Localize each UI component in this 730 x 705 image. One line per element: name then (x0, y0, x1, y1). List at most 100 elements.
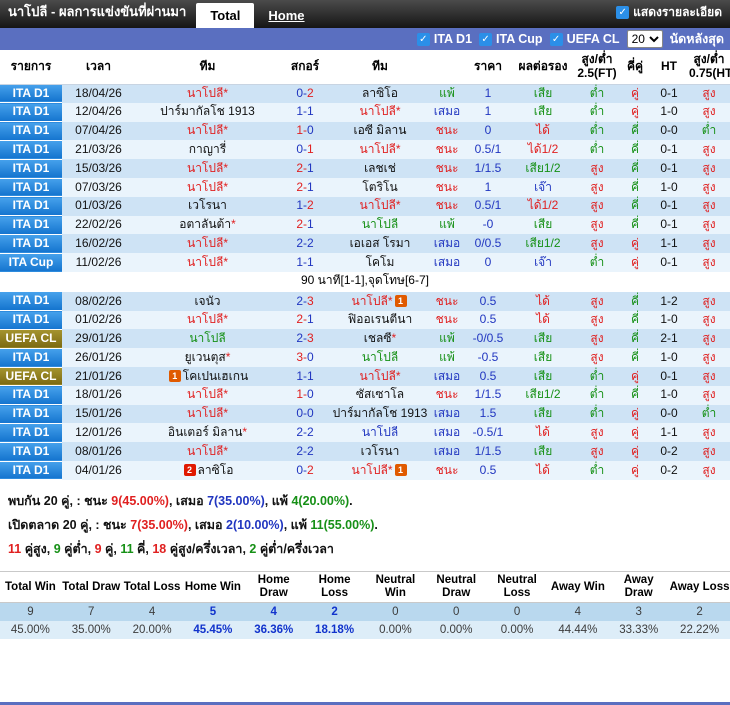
score-cell: 2-1 (280, 178, 330, 197)
result-text: ชนะ (436, 388, 459, 402)
summary-segment: คู่สูง/ครึ่งเวลา, (166, 542, 249, 556)
score-cell: 2-2 (280, 442, 330, 461)
price-cell: 0 (464, 122, 512, 141)
stats-percent: 45.45% (182, 621, 243, 639)
summary-segment: 4(20.00%) (291, 494, 349, 508)
match-count-suffix-label: นัดหลังสุด (670, 29, 724, 49)
team-name: ปาร์มากัลโช 1913 (333, 406, 428, 420)
table-row: ITA Cup11/02/26นาโปลี*1-1โคโมเสมอ0เจ๊าต่… (0, 253, 730, 272)
summary-segment: , เสมอ (169, 494, 207, 508)
stats-percent: 35.00% (61, 621, 122, 639)
result-text: เสมอ (434, 407, 461, 421)
filter-checkbox-ita-d1[interactable]: ✓ ITA D1 (417, 32, 472, 46)
league-badge: ITA D1 (0, 461, 62, 480)
result-cell: แพ้ (430, 216, 464, 235)
home-goals: 0- (296, 463, 307, 477)
stats-percent: 20.00% (122, 621, 183, 639)
away-team: เชลซี* (330, 329, 430, 348)
team-name: นาโปลี (359, 142, 395, 156)
score-cell: 2-2 (280, 234, 330, 253)
odd-even-cell: คี่ (620, 311, 650, 330)
favorite-star: * (388, 294, 393, 308)
result-cell: ชนะ (430, 122, 464, 141)
team-name: เจนัว (194, 294, 220, 308)
show-details-label: แสดงรายละเอียด (633, 3, 722, 22)
away-goals: 2 (307, 86, 314, 100)
team-name: นาโปลี (187, 406, 223, 420)
ht-score-cell: 0-1 (650, 84, 688, 103)
team-name: ยูเวนตุส (185, 350, 226, 364)
over-under-ht-cell: สูง (688, 386, 730, 405)
results-table: รายการ เวลา ทีม สกอร์ ทีม ราคา ผลต่อรอง … (0, 50, 730, 480)
over-under-ht-cell: สูง (688, 103, 730, 122)
team-name: นาโปลี (351, 294, 387, 308)
table-row: ITA D118/04/26นาโปลี*0-2ลาซิโอแพ้1เสียต่… (0, 84, 730, 103)
away-team: โคโม (330, 253, 430, 272)
team-name: กาญารี่ (189, 142, 226, 156)
over-under-ft-cell: ต่ำ (574, 253, 620, 272)
checkbox-checked-icon[interactable]: ✓ (550, 33, 563, 46)
odd-even-cell: คู่ (620, 423, 650, 442)
home-goals: 2- (296, 161, 307, 175)
handicap-result-cell: ได้ (512, 122, 574, 141)
tab-total[interactable]: Total (196, 3, 254, 28)
ht-score-cell: 1-2 (650, 292, 688, 310)
match-count-select[interactable]: 20 (627, 30, 663, 48)
score-cell: 2-3 (280, 329, 330, 348)
home-team: นาโปลี* (135, 178, 280, 197)
table-row: ITA D115/03/26นาโปลี*2-1เลชเช่ชนะ1/1.5เส… (0, 159, 730, 178)
away-goals: 0 (307, 350, 314, 364)
team-name: ปาร์มากัลโช 1913 (160, 104, 255, 118)
col-header-date: เวลา (62, 50, 135, 84)
home-team: ยูเวนตุส* (135, 348, 280, 367)
home-goals: 2- (296, 294, 307, 308)
checkbox-checked-icon[interactable]: ✓ (479, 33, 492, 46)
stats-percent: 0.00% (487, 621, 548, 639)
table-row: ITA D112/01/26อินเตอร์ มิลาน*2-2นาโปลีเส… (0, 423, 730, 442)
filter-checkbox-uefa-cl[interactable]: ✓ UEFA CL (550, 32, 620, 46)
price-cell: 0.5 (464, 311, 512, 330)
over-under-ht-cell: สูง (688, 311, 730, 330)
odd-even-cell: คี่ (620, 329, 650, 348)
away-goals: 1 (307, 142, 314, 156)
price-cell: 0.5 (464, 292, 512, 310)
favorite-star: * (223, 255, 228, 269)
date-cell: 29/01/26 (62, 329, 135, 348)
score-cell: 0-1 (280, 140, 330, 159)
filter-checkbox-ita-cup[interactable]: ✓ ITA Cup (479, 32, 543, 46)
odd-even-cell: คี่ (620, 178, 650, 197)
team-name: ลาซิโอ (362, 86, 398, 100)
team-name: เลชเช่ (364, 161, 396, 175)
checkbox-checked-icon[interactable]: ✓ (616, 6, 629, 19)
red-card-icon: 1 (395, 295, 407, 307)
result-text: ชนะ (436, 162, 459, 176)
ht-score-cell: 0-1 (650, 367, 688, 386)
result-text: เสมอ (434, 256, 461, 270)
away-team: ลาซิโอ (330, 84, 430, 103)
odd-even-cell: คู่ (620, 461, 650, 480)
result-cell: ชนะ (430, 461, 464, 480)
show-details-toggle[interactable]: ✓ แสดงรายละเอียด (608, 3, 730, 28)
handicap-result-cell: เสีย1/2 (512, 159, 574, 178)
date-cell: 15/03/26 (62, 159, 135, 178)
stats-header: Home Loss (304, 572, 365, 602)
home-team: 1โคเปนเฮเกน (135, 367, 280, 386)
home-team: 2ลาซิโอ (135, 461, 280, 480)
ht-score-cell: 1-0 (650, 103, 688, 122)
summary-segment: 18 (152, 542, 166, 556)
result-text: เสมอ (434, 105, 461, 119)
score-cell: 0-0 (280, 405, 330, 424)
tab-home[interactable]: Home (254, 3, 318, 28)
team-name: นาโปลี (187, 444, 223, 458)
favorite-star: * (396, 369, 401, 383)
odd-even-cell: คู่ (620, 253, 650, 272)
checkbox-checked-icon[interactable]: ✓ (417, 33, 430, 46)
over-under-ht-cell: สูง (688, 178, 730, 197)
stats-header: Away Loss (669, 572, 730, 602)
result-cell: เสมอ (430, 234, 464, 253)
result-text: ชนะ (436, 464, 459, 478)
summary-segment: 9 (95, 542, 102, 556)
odd-even-cell: คู่ (620, 442, 650, 461)
penalty-note: 90 นาที[1-1],จุดโทษ[6-7] (0, 272, 730, 292)
away-team: โตริโน (330, 178, 430, 197)
